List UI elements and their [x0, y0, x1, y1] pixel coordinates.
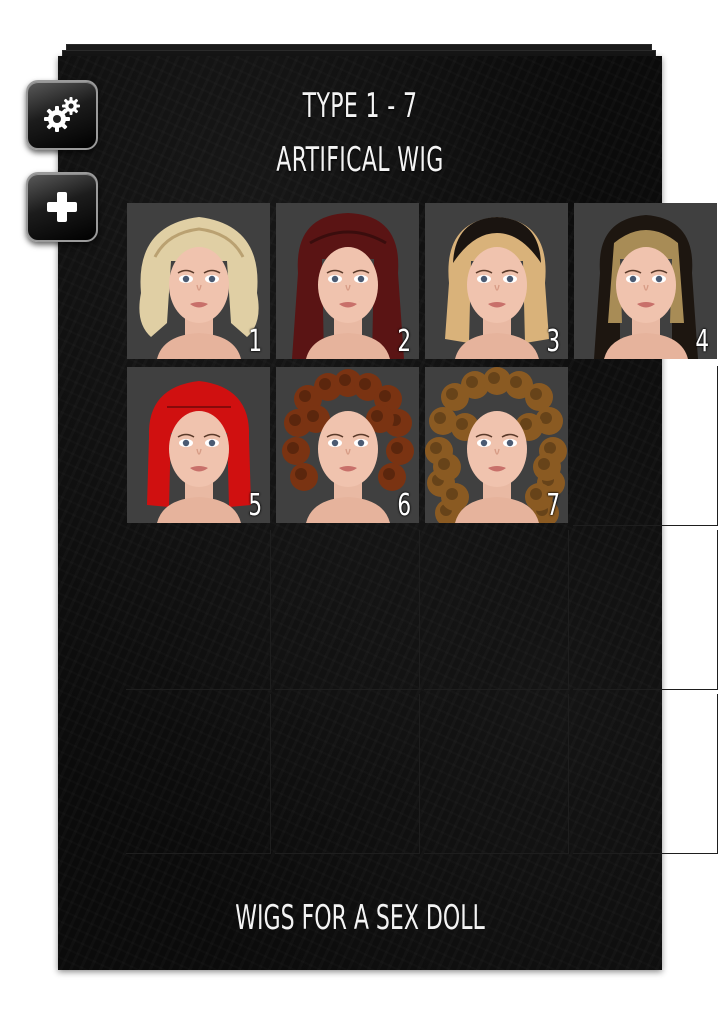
wig-number-label: 3	[546, 324, 560, 359]
wig-thumbnail[interactable]: 7	[425, 367, 568, 523]
wig-card: TYPE 1 - 7 ARTIFICAL WIG 1 2 3 4 5 6 7 W…	[58, 56, 718, 970]
wig-thumbnail[interactable]: 3	[425, 203, 568, 359]
wig-number-label: 2	[397, 324, 411, 359]
empty-slot	[573, 366, 718, 526]
wig-cell: 4	[573, 202, 718, 362]
empty-slot	[573, 694, 718, 854]
wig-cell: 2	[275, 202, 420, 362]
footer-caption: WIGS FOR A SEX DOLL	[235, 898, 485, 938]
wig-number-label: 7	[546, 488, 560, 523]
wig-cell: 3	[424, 202, 569, 362]
page-title: TYPE 1 - 7	[302, 86, 418, 126]
page-subtitle: ARTIFICAL WIG	[276, 140, 444, 180]
wig-number-label: 1	[248, 324, 262, 359]
wig-thumbnail[interactable]: 6	[276, 367, 419, 523]
wig-number-label: 6	[397, 488, 411, 523]
wig-number-label: 4	[695, 324, 709, 359]
wig-number-label: 5	[248, 488, 262, 523]
empty-slot	[424, 694, 569, 854]
empty-slot	[126, 694, 271, 854]
wig-thumbnail[interactable]: 1	[127, 203, 270, 359]
add-button[interactable]	[26, 172, 98, 242]
empty-slot	[573, 530, 718, 690]
empty-slot	[275, 530, 420, 690]
empty-slot	[126, 530, 271, 690]
wig-thumbnail[interactable]: 4	[574, 203, 717, 359]
wig-cell: 7	[424, 366, 569, 526]
gears-icon	[44, 97, 80, 132]
wig-grid: 1 2 3 4 5 6 7	[126, 202, 718, 862]
empty-slot	[275, 694, 420, 854]
wig-cell: 6	[275, 366, 420, 526]
wig-thumbnail[interactable]: 5	[127, 367, 270, 523]
settings-button[interactable]	[26, 80, 98, 150]
plus-icon	[47, 192, 77, 222]
wig-cell: 1	[126, 202, 271, 362]
wig-thumbnail[interactable]: 2	[276, 203, 419, 359]
empty-slot	[424, 530, 569, 690]
wig-cell: 5	[126, 366, 271, 526]
